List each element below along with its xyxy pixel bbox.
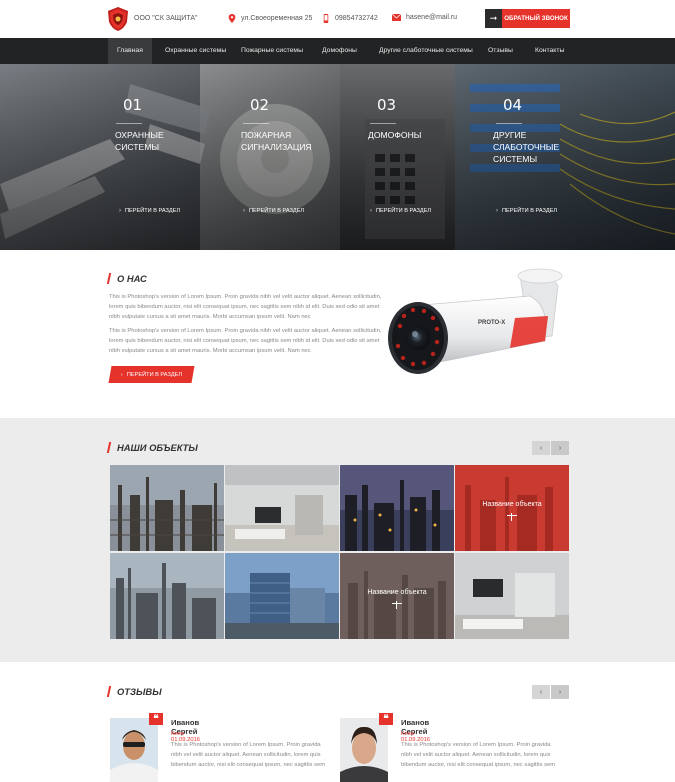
object-tile[interactable] <box>455 553 569 639</box>
hero-panel-number: 01 <box>123 96 143 114</box>
hero-panel-link[interactable]: › ПЕРЕЙТИ В РАЗДЕЛ <box>243 208 304 214</box>
objects-title: НАШИ ОБЪЕКТЫ <box>106 442 198 453</box>
camera-brand-text: PROTO-X <box>478 320 505 326</box>
chevron-right-icon: › <box>243 208 245 214</box>
email-contact: hasene@mail.ru <box>392 14 457 21</box>
carousel-prev-button[interactable]: ‹ <box>532 685 550 699</box>
review-text: This is Photoshop's version of Lorem Ips… <box>401 742 556 769</box>
nav-item-reviews[interactable]: Отзывы <box>488 38 513 64</box>
email-text[interactable]: hasene@mail.ru <box>406 14 457 21</box>
object-tile[interactable] <box>225 465 339 551</box>
carousel-next-button[interactable]: › <box>551 441 569 455</box>
hero-panel-divider <box>496 123 522 124</box>
hero-panel-number: 02 <box>250 96 270 114</box>
site-header: ООО "СК ЗАЩИТА" ул.Своеоременная 25 0985… <box>0 0 675 38</box>
reviews-section <box>0 662 675 782</box>
object-divider-tick <box>511 513 512 521</box>
nav-item-intercoms[interactable]: Домофоны <box>322 38 357 64</box>
title-accent-bar <box>106 442 112 453</box>
object-divider <box>392 603 402 604</box>
nav-item-home[interactable]: Главная <box>108 38 152 64</box>
company-name: ООО "СК ЗАЩИТА" <box>134 15 198 22</box>
title-accent-bar <box>106 686 112 697</box>
hero-panel-divider <box>116 123 142 124</box>
hero-panel-title: ОХРАННЫЕ СИСТЕМЫ <box>115 130 164 152</box>
nav-item-fire-systems[interactable]: Пожарные системы <box>241 38 303 64</box>
hero-panel-intercoms[interactable]: 03 ДОМОФОНЫ › ПЕРЕЙТИ В РАЗДЕЛ <box>367 64 487 250</box>
about-title: О НАС <box>106 273 147 284</box>
callback-label: ОБРАТНЫЙ ЗВОНОК <box>502 9 570 28</box>
mail-icon <box>392 14 401 21</box>
phone-contact: 09854732742 <box>322 14 378 23</box>
chevron-right-icon: › <box>496 208 498 214</box>
hero-panel-other[interactable]: 04 ДРУГИЕ СЛАБОТОЧНЫЕ СИСТЕМЫ › ПЕРЕЙТИ В Р… <box>493 64 613 250</box>
quote-icon: ❝ <box>149 713 163 725</box>
carousel-prev-button[interactable]: ‹ <box>532 441 550 455</box>
chevron-right-icon: › <box>370 208 372 214</box>
about-paragraph-1: This is Photoshop's version of Lorem Ips… <box>109 294 382 321</box>
object-divider <box>507 515 517 516</box>
hero-panel-link[interactable]: › ПЕРЕЙТИ В РАЗДЕЛ <box>119 208 180 214</box>
about-paragraph-2: This is Photoshop's version of Lorem Ips… <box>109 328 382 355</box>
object-tile-hover[interactable]: Название объекта <box>340 553 454 639</box>
shield-logo[interactable] <box>107 6 129 32</box>
hero-panel-link[interactable]: › ПЕРЕЙТИ В РАЗДЕЛ <box>370 208 431 214</box>
chevron-right-icon: › <box>121 371 123 378</box>
quote-icon: ❝ <box>379 713 393 725</box>
arrow-right-icon: ➞ <box>485 9 502 28</box>
hero-panel-title: ПОЖАРНАЯ СИГНАЛИЗАЦИЯ <box>241 130 312 152</box>
hero-panel-fire[interactable]: 02 ПОЖАРНАЯ СИГНАЛИЗАЦИЯ › ПЕРЕЙТИ В РАЗДЕ… <box>240 64 360 250</box>
object-name: Название объекта <box>482 501 542 508</box>
about-more-button[interactable]: › ПЕРЕЙТИ В РАЗДЕЛ <box>108 366 195 383</box>
objects-carousel-arrows: ‹ › <box>532 441 569 455</box>
reviewer-avatar <box>340 718 388 782</box>
phone-icon <box>323 14 329 23</box>
nav-item-security-systems[interactable]: Охранные системы <box>165 38 226 64</box>
object-tile-highlighted[interactable]: Название объекта <box>455 465 569 551</box>
hero-section: 01 ОХРАННЫЕ СИСТЕМЫ › ПЕРЕЙТИ В РАЗДЕЛ 02 … <box>0 64 675 250</box>
hero-panel-number: 04 <box>503 96 523 114</box>
hero-panel-divider <box>370 123 396 124</box>
reviewer-avatar <box>110 718 158 782</box>
title-accent-bar <box>106 273 112 284</box>
object-divider-tick <box>396 601 397 609</box>
hero-panel-divider <box>243 123 269 124</box>
phone-text[interactable]: 09854732742 <box>335 15 378 22</box>
hero-panel-security[interactable]: 01 ОХРАННЫЕ СИСТЕМЫ › ПЕРЕЙТИ В РАЗДЕЛ <box>113 64 233 250</box>
object-name: Название объекта <box>367 589 427 596</box>
nav-item-contacts[interactable]: Контакты <box>535 38 564 64</box>
hero-panel-number: 03 <box>377 96 397 114</box>
object-tile[interactable] <box>110 553 224 639</box>
location-pin-icon <box>228 14 236 23</box>
address-contact: ул.Своеоременная 25 <box>228 14 312 23</box>
main-nav: Главная Охранные системы Пожарные систем… <box>0 38 675 64</box>
nav-item-other-systems[interactable]: Другие слаботочные системы <box>379 38 473 64</box>
object-tile[interactable] <box>110 465 224 551</box>
security-camera-image: PROTO-X <box>388 268 563 374</box>
object-tile[interactable] <box>340 465 454 551</box>
address-text: ул.Своеоременная 25 <box>241 15 313 22</box>
callback-button[interactable]: ➞ ОБРАТНЫЙ ЗВОНОК <box>485 9 570 28</box>
object-tile[interactable] <box>225 553 339 639</box>
carousel-next-button[interactable]: › <box>551 685 569 699</box>
hero-panel-title: ДОМОФОНЫ <box>368 130 422 140</box>
reviews-carousel-arrows: ‹ › <box>532 685 569 699</box>
chevron-right-icon: › <box>119 208 121 214</box>
hero-panel-link[interactable]: › ПЕРЕЙТИ В РАЗДЕЛ <box>496 208 557 214</box>
reviews-title: ОТЗЫВЫ <box>106 686 162 697</box>
review-text: This is Photoshop's version of Lorem Ips… <box>171 742 326 769</box>
hero-panel-title: ДРУГИЕ СЛАБОТОЧНЫЕ СИСТЕМЫ <box>493 130 560 164</box>
